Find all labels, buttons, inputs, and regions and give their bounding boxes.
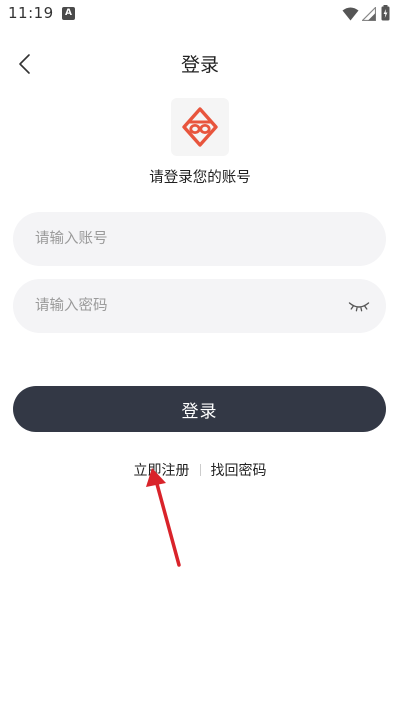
auth-links: 立即注册 找回密码 [0, 460, 400, 480]
wifi-icon [342, 6, 359, 25]
login-subtitle: 请登录您的账号 [149, 170, 251, 186]
login-button[interactable]: 登录 [13, 386, 386, 432]
account-field-container [13, 212, 386, 266]
password-input[interactable] [35, 279, 335, 333]
account-input[interactable] [35, 212, 335, 266]
app-logo-icon [182, 107, 218, 147]
register-link[interactable]: 立即注册 [124, 460, 200, 480]
status-time: 11:19 [8, 4, 54, 22]
page-title: 登录 [180, 54, 219, 76]
login-screen: 11:19 A 登录 请登录您的账号 请输入账号 登录 立即注册 找回密码 [0, 0, 400, 712]
eye-closed-icon [348, 302, 370, 312]
password-visibility-toggle[interactable] [348, 296, 370, 316]
signal-icon [361, 6, 377, 25]
status-bar: 11:19 A [0, 0, 400, 28]
a-notification-icon: A [62, 7, 75, 20]
app-logo [171, 98, 229, 156]
password-field-container [13, 279, 386, 333]
forgot-password-link[interactable]: 找回密码 [201, 460, 277, 480]
battery-charging-icon [381, 5, 390, 25]
